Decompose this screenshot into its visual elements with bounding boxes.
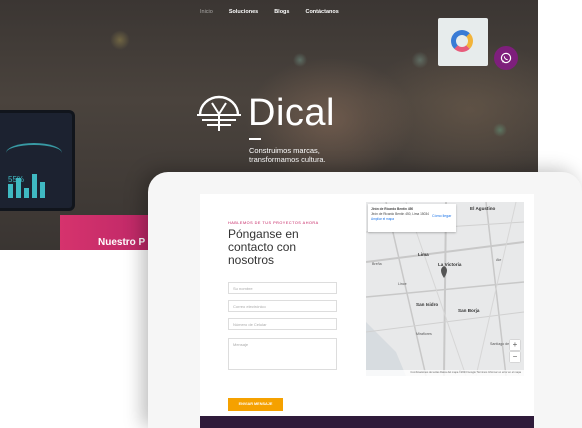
map-place-label: San Borja xyxy=(458,308,480,313)
whatsapp-icon xyxy=(500,52,512,64)
contact-kicker: HABLEMOS DE TUS PROYECTOS AHORA xyxy=(228,221,319,225)
map-place-label: Miraflores xyxy=(416,332,432,336)
map-footer: Combinaciones de teclas Datos del mapa ©… xyxy=(366,370,524,376)
map-place-label: Lima xyxy=(418,252,429,257)
map-directions-link[interactable]: Cómo llegar xyxy=(432,214,451,218)
nav-item-contactanos[interactable]: Contáctanos xyxy=(305,9,338,15)
email-field[interactable]: Correo electrónico xyxy=(228,300,337,312)
tagline-line-2: transformamos cultura. xyxy=(249,155,326,164)
contact-panel: HABLEMOS DE TUS PROYECTOS AHORA Pónganse… xyxy=(200,194,534,416)
monitor-image: 55% xyxy=(0,110,75,211)
promo-label: Nuestro P xyxy=(98,237,146,248)
monitor-bar xyxy=(16,178,21,198)
monitor-bar xyxy=(24,188,29,198)
tagline: Construimos marcas, transformamos cultur… xyxy=(249,146,326,164)
nav-item-soluciones[interactable]: Soluciones xyxy=(229,9,258,15)
monitor-bar xyxy=(32,174,37,198)
map-place-label: Ate xyxy=(496,258,502,262)
map-place-label: La Victoria xyxy=(438,262,462,267)
message-field[interactable]: Mensaje xyxy=(228,338,337,370)
map-place-label: Lince xyxy=(398,282,407,286)
map-zoom-in-button[interactable]: + xyxy=(510,340,520,350)
footer-strip xyxy=(200,416,534,428)
whatsapp-button[interactable] xyxy=(494,46,518,70)
map-place-label: El Agustino xyxy=(470,206,496,211)
phone-field[interactable]: Número de Celular xyxy=(228,318,337,330)
send-message-button[interactable]: ENVIAR MENSAJE xyxy=(228,398,283,411)
brand-name: Dical xyxy=(248,92,335,134)
name-field[interactable]: Su nombre xyxy=(228,282,337,294)
contact-heading: Pónganse en contacto con nosotros xyxy=(228,228,348,267)
google-map[interactable]: Jirón de Ricardo Bentín 450 Jirón de Ric… xyxy=(366,202,524,376)
donut-chart-graphic xyxy=(451,30,473,52)
map-zoom-out-button[interactable]: − xyxy=(510,352,520,362)
tagline-line-1: Construimos marcas, xyxy=(249,146,320,155)
contact-section: HABLEMOS DE TUS PROYECTOS AHORA Pónganse… xyxy=(148,172,582,428)
monitor-wave-graphic xyxy=(6,143,62,163)
monitor-bar xyxy=(8,184,13,198)
wall-chart-image xyxy=(438,18,488,66)
dical-logo-icon xyxy=(197,95,241,131)
nav-item-blogs[interactable]: Blogs xyxy=(274,9,289,15)
brand-logo[interactable]: Dical xyxy=(196,92,335,135)
contact-heading-line-3: nosotros xyxy=(228,253,275,267)
map-place-label: Breña xyxy=(372,262,382,266)
main-nav: Inicio Soluciones Blogs Contáctanos xyxy=(200,9,339,15)
nav-item-inicio[interactable]: Inicio xyxy=(200,9,213,15)
map-info-box: Jirón de Ricardo Bentín 450 Jirón de Ric… xyxy=(368,204,456,232)
monitor-bar xyxy=(40,182,45,198)
logo-divider xyxy=(249,138,261,140)
map-place-label: San Isidro xyxy=(416,302,439,307)
